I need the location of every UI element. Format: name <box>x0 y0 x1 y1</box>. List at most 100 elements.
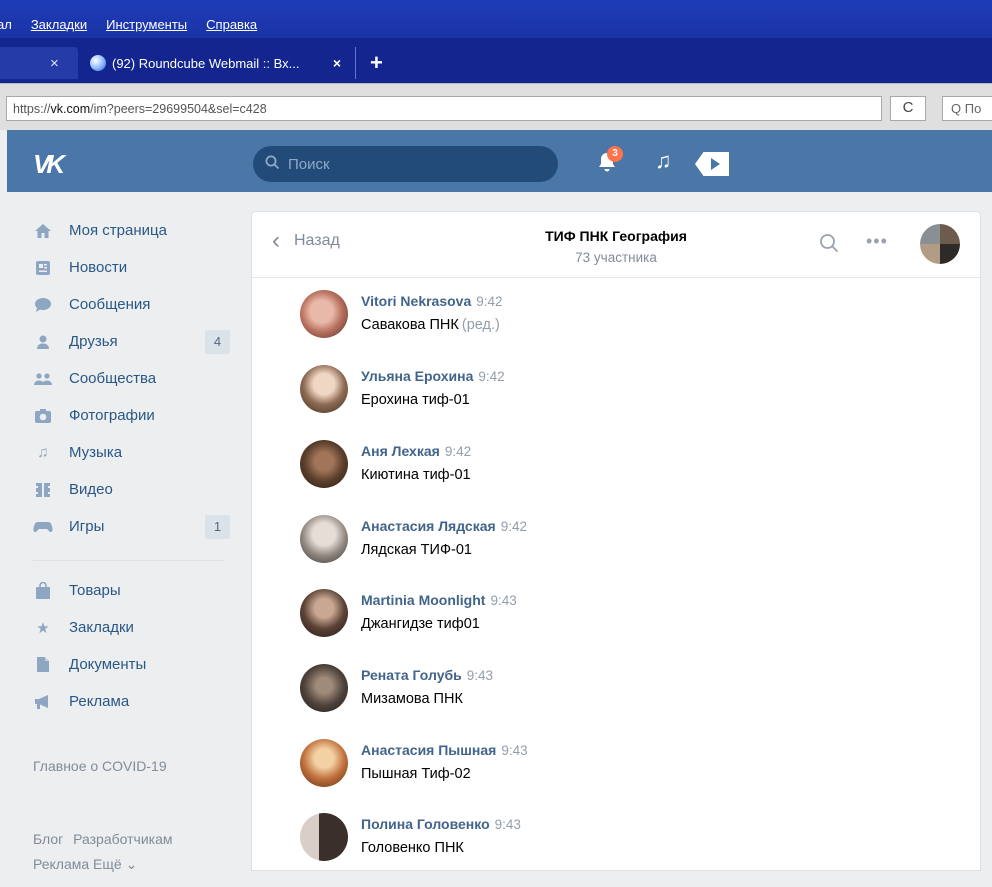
message-body: Головенко ПНК <box>361 840 464 856</box>
message-author[interactable]: Анастасия Пышная <box>361 742 496 758</box>
sidebar-item-bookmarks[interactable]: ★ Закладки <box>7 609 247 646</box>
sidebar-item-label: Фотографии <box>69 407 155 424</box>
games-count-badge: 1 <box>205 515 230 539</box>
sidebar-item-label: Реклама <box>69 693 130 710</box>
covid-link[interactable]: Главное о COVID-19 <box>33 758 167 774</box>
message-time[interactable]: 9:42 <box>478 369 504 384</box>
menu-item-help[interactable]: Справка <box>206 17 257 32</box>
avatar[interactable] <box>300 440 348 488</box>
menu-item-bookmarks[interactable]: Закладки <box>31 17 87 32</box>
more-options-icon[interactable]: ••• <box>866 231 888 252</box>
player-play-icon[interactable] <box>695 152 729 176</box>
message-body: Мизамова ПНК <box>361 691 463 707</box>
left-sidebar: Моя страница Новости Сообщения Друзья 4 … <box>7 192 247 873</box>
avatar[interactable] <box>300 664 348 712</box>
browser-tab-previous[interactable]: × <box>0 47 78 79</box>
sidebar-item-documents[interactable]: Документы <box>7 646 247 683</box>
document-icon <box>33 655 53 675</box>
message-body: Савакова ПНК (ред.) <box>361 317 500 333</box>
url-field[interactable]: https://vk.com/im?peers=29699504&sel=c42… <box>6 96 882 121</box>
music-icon: ♫ <box>37 444 49 461</box>
reload-button[interactable]: C <box>890 96 926 121</box>
sidebar-item-music[interactable]: ♫ Музыка <box>7 434 247 471</box>
avatar[interactable] <box>300 813 348 861</box>
avatar[interactable] <box>300 739 348 787</box>
menu-item-journal[interactable]: ал <box>0 17 12 32</box>
message-time[interactable]: 9:42 <box>445 444 471 459</box>
vk-logo[interactable]: VK <box>33 149 65 180</box>
footer-links[interactable]: Блог Разработчикам <box>33 831 173 847</box>
avatar[interactable] <box>300 589 348 637</box>
message-header: Анастасия Лядская 9:42 <box>361 518 527 534</box>
message-time[interactable]: 9:43 <box>495 817 521 832</box>
chat-header: ‹ Назад ТИФ ПНК География 73 участника •… <box>252 212 980 278</box>
message-author[interactable]: Ульяна Ерохина <box>361 368 473 384</box>
new-tab-button[interactable]: + <box>370 52 383 74</box>
message-item: Полина Головенко 9:43 Головенко ПНК <box>300 813 900 887</box>
message-header: Martinia Moonlight 9:43 <box>361 592 517 608</box>
menu-item-tools[interactable]: Инструменты <box>106 17 187 32</box>
message-item: Рената Голубь 9:43 Мизамова ПНК <box>300 664 900 738</box>
sidebar-divider <box>33 560 225 561</box>
news-icon <box>33 258 53 278</box>
tab-close-icon[interactable]: × <box>50 55 59 72</box>
sidebar-item-photos[interactable]: Фотографии <box>7 397 247 434</box>
sidebar-item-video[interactable]: Видео <box>7 471 247 508</box>
tab-close-icon[interactable]: × <box>333 55 341 71</box>
message-time[interactable]: 9:42 <box>476 294 502 309</box>
chat-avatar[interactable] <box>920 224 960 264</box>
megaphone-icon <box>33 692 53 712</box>
notifications-badge: 3 <box>607 146 623 162</box>
message-header: Vitori Nekrasova 9:42 <box>361 293 503 309</box>
music-icon[interactable]: ♫ <box>655 150 672 172</box>
message-time[interactable]: 9:43 <box>490 593 516 608</box>
message-item: Ульяна Ерохина 9:42 Ерохина тиф-01 <box>300 365 900 439</box>
message-author[interactable]: Martinia Moonlight <box>361 592 485 608</box>
sidebar-item-label: Документы <box>69 656 147 673</box>
avatar[interactable] <box>300 515 348 563</box>
url-domain: vk.com <box>50 102 91 116</box>
avatar[interactable] <box>300 290 348 338</box>
message-author[interactable]: Рената Голубь <box>361 667 462 683</box>
footer-links-more[interactable]: Реклама Ещё ⌄ <box>33 856 137 873</box>
vk-header: VK Поиск 3 ♫ <box>7 130 992 192</box>
message-author[interactable]: Полина Головенко <box>361 816 490 832</box>
message-author[interactable]: Анастасия Лядская <box>361 518 496 534</box>
message-time[interactable]: 9:43 <box>467 668 493 683</box>
browser-search-field[interactable]: Q По <box>942 96 992 121</box>
message-author[interactable]: Аня Лехкая <box>361 443 440 459</box>
message-time[interactable]: 9:42 <box>501 519 527 534</box>
roundcube-favicon-icon <box>90 55 106 71</box>
sidebar-item-friends[interactable]: Друзья 4 <box>7 323 247 360</box>
sidebar-item-communities[interactable]: Сообщества <box>7 360 247 397</box>
reload-icon: C <box>902 99 914 116</box>
chat-members-count[interactable]: 73 участника <box>252 250 980 265</box>
message-text: Ерохина тиф-01 <box>361 392 470 408</box>
sidebar-item-games[interactable]: Игры 1 <box>7 508 247 545</box>
sidebar-item-label: Видео <box>69 481 113 498</box>
message-text: Лядская ТИФ-01 <box>361 542 472 558</box>
sidebar-item-label: Новости <box>69 259 128 276</box>
edited-label: (ред.) <box>461 317 500 333</box>
message-item: Martinia Moonlight 9:43 Джангидзе тиф01 <box>300 589 900 663</box>
sidebar-item-label: Друзья <box>69 333 118 350</box>
sidebar-item-ads[interactable]: Реклама <box>7 683 247 720</box>
browser-tab-active[interactable]: (92) Roundcube Webmail :: Вх... × <box>78 47 356 79</box>
sidebar-item-goods[interactable]: Товары <box>7 572 247 609</box>
search-placeholder: Поиск <box>288 155 330 173</box>
search-icon[interactable] <box>818 232 840 254</box>
message-author[interactable]: Vitori Nekrasova <box>361 293 471 309</box>
sidebar-item-my-page[interactable]: Моя страница <box>7 212 247 249</box>
games-icon <box>33 517 53 537</box>
message-header: Ульяна Ерохина 9:42 <box>361 368 505 384</box>
sidebar-item-news[interactable]: Новости <box>7 249 247 286</box>
vk-search-input[interactable]: Поиск <box>253 146 558 182</box>
communities-icon <box>33 369 53 389</box>
browser-menubar: ал Закладки Инструменты Справка <box>0 0 992 38</box>
message-body: Пышная Тиф-02 <box>361 766 471 782</box>
sidebar-item-messages[interactable]: Сообщения <box>7 286 247 323</box>
camera-icon <box>33 406 53 426</box>
avatar[interactable] <box>300 365 348 413</box>
message-time[interactable]: 9:43 <box>501 743 527 758</box>
message-body: Лядская ТИФ-01 <box>361 542 472 558</box>
